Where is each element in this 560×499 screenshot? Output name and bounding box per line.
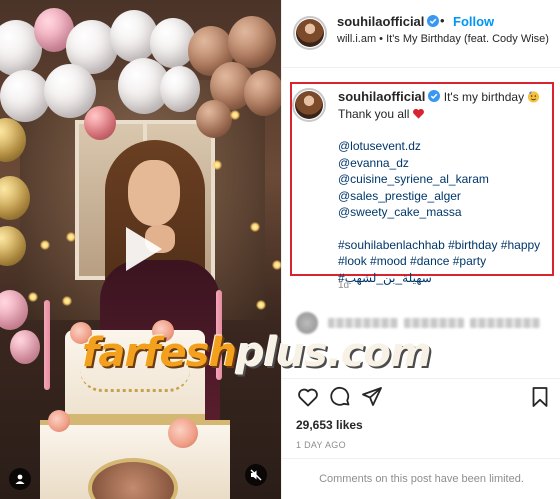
comment-icon[interactable] — [328, 385, 352, 409]
user-tag-icon[interactable] — [9, 468, 31, 490]
person-face — [128, 160, 180, 226]
blurred-text — [404, 318, 464, 328]
fairy-light — [250, 222, 260, 232]
caption-text: It's my birthday — [443, 90, 525, 104]
fairy-light — [212, 160, 222, 170]
fairy-light — [62, 296, 72, 306]
audio-track-link[interactable]: will.i.am • It's My Birthday (feat. Cody… — [337, 33, 552, 46]
fairy-light — [66, 232, 76, 242]
mention-link[interactable]: @evanna_dz — [338, 155, 548, 172]
caption-age: 1d — [338, 280, 350, 291]
header-username-row[interactable]: souhilaofficial — [337, 14, 440, 29]
comments-limited-notice: Comments on this post have been limited. — [282, 458, 560, 499]
watermark-part2: plus.com — [235, 330, 432, 376]
avatar[interactable] — [296, 19, 324, 47]
mention-link[interactable]: @sweety_cake_massa — [338, 204, 548, 221]
play-icon[interactable] — [112, 221, 168, 277]
caption-line-2: Thank you all — [338, 106, 548, 123]
muted-speaker-icon[interactable] — [245, 464, 267, 486]
verified-badge-icon — [427, 15, 440, 27]
cake-rose — [48, 410, 70, 432]
caption-hashtags[interactable]: #souhilabenlachhab #birthday #happy #loo… — [338, 237, 548, 270]
caption-username[interactable]: souhilaofficial — [338, 89, 425, 104]
cake-rose — [168, 418, 198, 448]
heart-icon[interactable] — [296, 385, 320, 409]
watermark-part1: farfesh — [82, 330, 237, 376]
action-bar — [282, 378, 560, 412]
mention-link[interactable]: @lotusevent.dz — [338, 138, 548, 155]
separator-dot: • — [440, 13, 445, 28]
red-heart-icon — [413, 108, 425, 119]
balloon — [160, 66, 200, 112]
fairy-light — [28, 292, 38, 302]
candle — [44, 300, 50, 390]
caption-thanks: Thank you all — [338, 106, 410, 121]
post-side-panel: souhilaofficial • Follow will.i.am • It'… — [281, 0, 560, 499]
post-date: 1 DAY AGO — [296, 440, 346, 450]
balloon — [0, 70, 50, 122]
username[interactable]: souhilaofficial — [337, 14, 424, 29]
mention-link[interactable]: @cuisine_syriene_al_karam — [338, 171, 548, 188]
post-video[interactable] — [0, 0, 281, 499]
follow-button[interactable]: Follow — [453, 14, 494, 29]
verified-badge-icon — [428, 90, 441, 102]
post-caption: souhilaofficial It's my birthday Thank y… — [338, 89, 548, 286]
like-count[interactable]: 29,653 likes — [296, 418, 363, 432]
caption-avatar[interactable] — [295, 91, 323, 119]
blurred-text — [328, 318, 398, 328]
partying-face-icon — [528, 90, 540, 103]
fairy-light — [256, 300, 266, 310]
mention-link[interactable]: @sales_prestige_alger — [338, 188, 548, 205]
balloon — [10, 330, 40, 364]
fairy-light — [230, 110, 240, 120]
balloon — [84, 106, 116, 140]
fairy-light — [272, 260, 281, 270]
bookmark-icon[interactable] — [528, 385, 552, 409]
fairy-light — [40, 240, 50, 250]
site-watermark: farfeshplus.com — [82, 330, 432, 376]
paper-plane-icon[interactable] — [360, 385, 384, 409]
post-header: souhilaofficial • Follow will.i.am • It'… — [282, 0, 560, 68]
caption-hashtag-arabic[interactable]: #سهيلة_بن_لشهب — [338, 270, 548, 287]
blurred-text — [470, 318, 540, 328]
balloon — [196, 100, 232, 138]
balloon — [244, 70, 281, 116]
balloon — [228, 16, 276, 68]
caption-line-1: souhilaofficial It's my birthday — [338, 89, 548, 106]
